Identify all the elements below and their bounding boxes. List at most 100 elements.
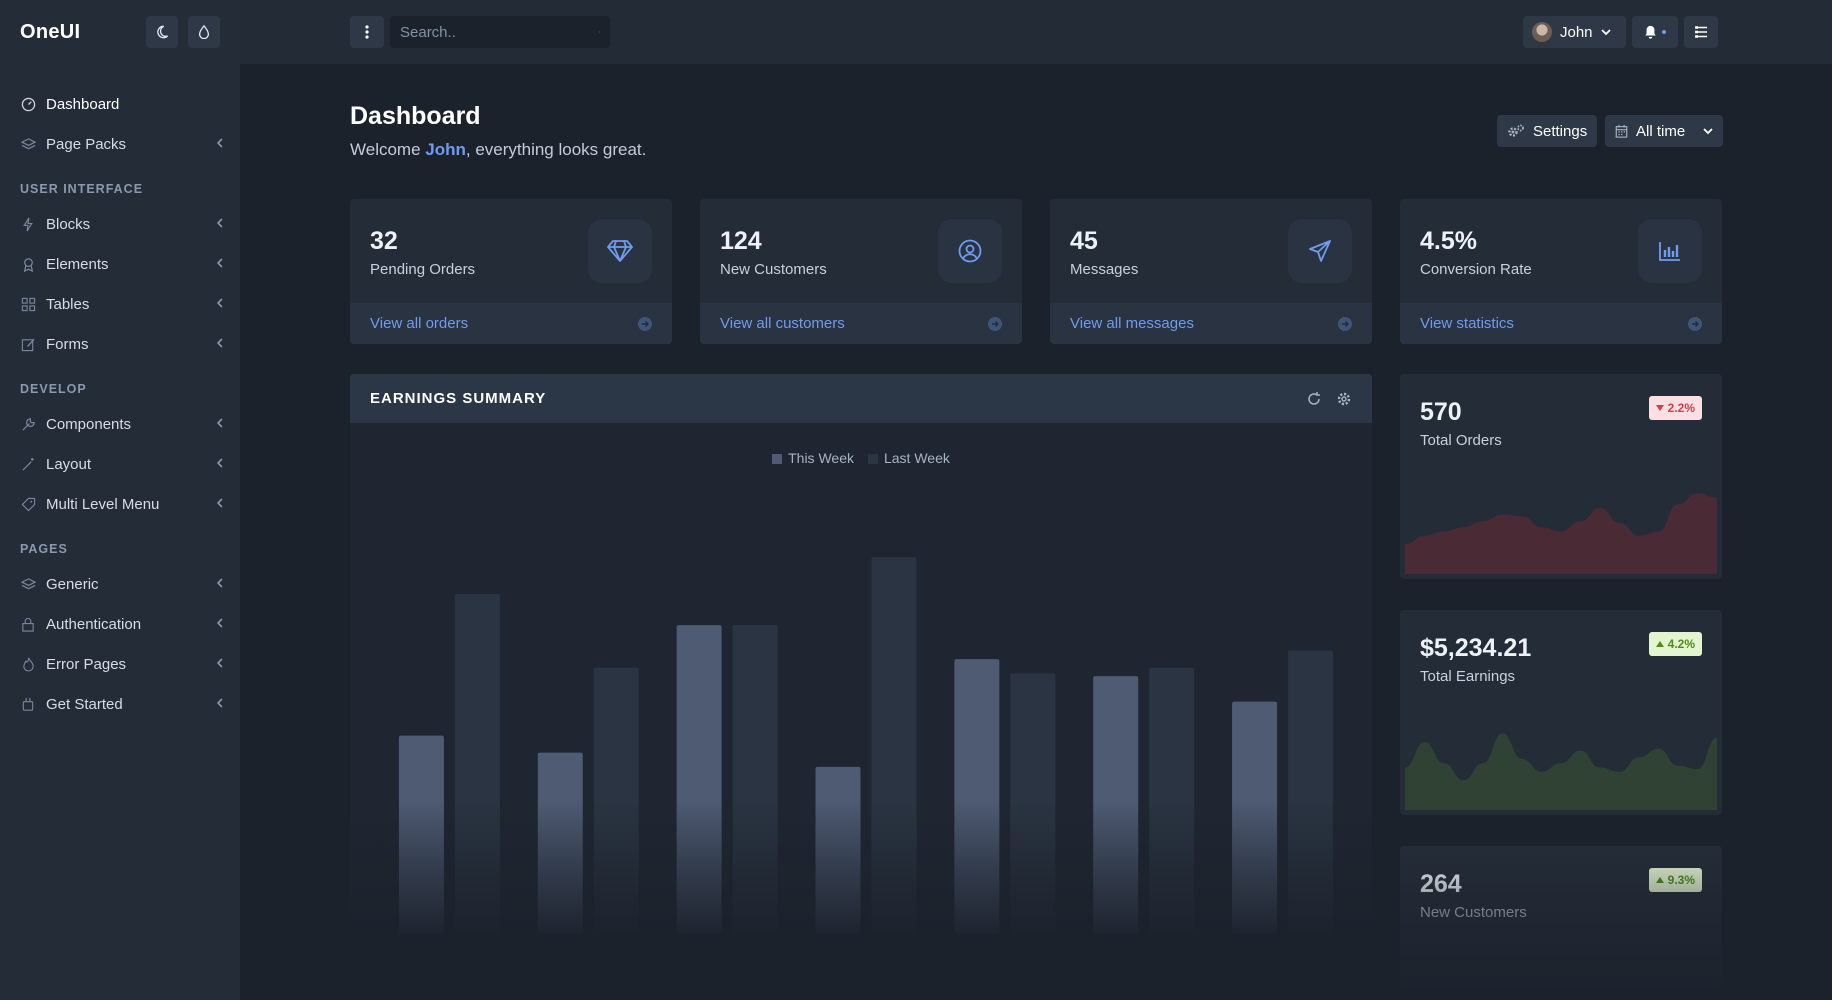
earnings-summary-block: Earnings Summary This Week Last Week — [350, 374, 1372, 940]
sidebar-item-layout[interactable]: Layout — [0, 444, 240, 484]
bar-this-week-4[interactable] — [815, 766, 861, 934]
tag-icon — [20, 496, 36, 512]
sidebar-item-label: Dashboard — [46, 95, 120, 113]
sidebar-item-label: Multi Level Menu — [46, 495, 160, 513]
sidebar-item-multi-level-menu[interactable]: Multi Level Menu — [0, 484, 240, 524]
sidebar-item-dashboard[interactable]: Dashboard — [0, 84, 240, 124]
trend-badge-value: 9.3% — [1667, 873, 1695, 887]
sidebar-item-page-packs[interactable]: Page Packs — [0, 124, 240, 164]
brand-logo[interactable]: OneUI — [20, 21, 80, 44]
welcome-prefix: Welcome — [350, 140, 426, 159]
bar-chart-icon — [1638, 219, 1702, 283]
avatar — [1532, 22, 1552, 42]
sidebar-item-tables[interactable]: Tables — [0, 284, 240, 324]
layers-icon — [20, 136, 36, 152]
view-all-orders-link[interactable]: View all orders — [350, 303, 672, 344]
bar-last-week-5[interactable] — [1010, 673, 1056, 934]
badge-icon — [20, 256, 36, 272]
stat-value: 45 — [1070, 227, 1098, 255]
side-overlay-button[interactable] — [1684, 16, 1718, 48]
vertical-menu-button[interactable] — [350, 16, 384, 48]
bar-last-week-4[interactable] — [871, 557, 917, 934]
sidebar: OneUI Dashboard Page Packs User Interfac… — [0, 0, 240, 1000]
bolt-icon — [20, 216, 36, 232]
bar-this-week-7[interactable] — [1232, 701, 1278, 934]
stat-card-messages: 45 Messages View all messages — [1050, 199, 1372, 344]
settings-button[interactable]: Settings — [1497, 115, 1598, 147]
notification-dot — [1662, 30, 1666, 34]
stat-card-new-customers: 124 New Customers View all customers — [700, 199, 1022, 344]
stat-link-label: View all messages — [1070, 315, 1194, 332]
diamond-icon — [588, 219, 652, 283]
stat-label: Messages — [1070, 261, 1139, 278]
total-orders-sparkline — [1405, 493, 1717, 574]
plug-icon — [20, 696, 36, 712]
search-box — [390, 16, 610, 48]
stat-label: Pending Orders — [370, 261, 476, 278]
sidebar-nav: Dashboard Page Packs User Interface Bloc… — [0, 64, 240, 724]
view-statistics-link[interactable]: View statistics — [1400, 303, 1722, 344]
nav-heading-user-interface: User Interface — [20, 182, 144, 196]
stat-card-pending-orders: 32 Pending Orders View all orders — [350, 199, 672, 344]
sidebar-item-authentication[interactable]: Authentication — [0, 604, 240, 644]
side-card-total-orders: 570 Total Orders 2.2% — [1400, 374, 1722, 579]
sidebar-item-elements[interactable]: Elements — [0, 244, 240, 284]
earnings-bar-chart — [398, 557, 1334, 934]
bar-this-week-3[interactable] — [676, 625, 722, 934]
user-menu-button[interactable]: John — [1523, 16, 1626, 48]
side-card-value: 264 — [1420, 870, 1462, 898]
sidebar-item-generic[interactable]: Generic — [0, 564, 240, 604]
view-all-customers-link[interactable]: View all customers — [700, 303, 1022, 344]
chevron-left-icon — [216, 298, 223, 308]
sidebar-item-blocks[interactable]: Blocks — [0, 204, 240, 244]
search-icon[interactable] — [599, 25, 600, 39]
nav-heading-pages: Pages — [20, 542, 68, 556]
stat-value: 124 — [720, 227, 762, 255]
stat-value: 4.5% — [1420, 227, 1477, 255]
top-bar: John — [240, 0, 1832, 64]
lock-icon — [20, 616, 36, 632]
stat-label: New Customers — [720, 261, 827, 278]
bar-this-week-5[interactable] — [954, 659, 1000, 934]
settings-label: Settings — [1533, 122, 1588, 140]
bar-last-week-6[interactable] — [1149, 667, 1195, 934]
arrow-right-icon — [988, 316, 1002, 331]
sidebar-item-components[interactable]: Components — [0, 404, 240, 444]
sidebar-item-label: Generic — [46, 575, 99, 593]
search-input[interactable] — [400, 23, 599, 41]
sidebar-item-label: Layout — [46, 455, 92, 473]
sidebar-item-label: Tables — [46, 295, 90, 313]
color-theme-button[interactable] — [188, 16, 220, 48]
bar-last-week-7[interactable] — [1288, 650, 1334, 934]
bar-last-week-3[interactable] — [732, 625, 778, 934]
bar-this-week-6[interactable] — [1093, 676, 1139, 934]
sidebar-item-label: Authentication — [46, 615, 142, 633]
sidebar-item-get-started[interactable]: Get Started — [0, 684, 240, 724]
welcome-user-name[interactable]: John — [425, 140, 466, 159]
paper-plane-icon — [1288, 219, 1352, 283]
wrench-icon — [20, 416, 36, 432]
arrow-right-icon — [1688, 316, 1702, 331]
sidebar-item-error-pages[interactable]: Error Pages — [0, 644, 240, 684]
bar-last-week-1[interactable] — [454, 594, 500, 934]
date-range-dropdown[interactable]: All time — [1605, 115, 1723, 147]
sidebar-item-forms[interactable]: Forms — [0, 324, 240, 364]
welcome-suffix: , everything looks great. — [465, 140, 647, 159]
chevron-left-icon — [216, 618, 223, 628]
sidebar-item-label: Get Started — [46, 695, 123, 713]
chevron-left-icon — [216, 258, 223, 268]
sidebar-item-label: Page Packs — [46, 135, 127, 153]
user-circle-icon — [938, 219, 1002, 283]
view-all-messages-link[interactable]: View all messages — [1050, 303, 1372, 344]
nav-heading-develop: Develop — [20, 382, 87, 396]
stat-link-label: View all customers — [720, 315, 845, 332]
notifications-button[interactable] — [1632, 16, 1678, 48]
bar-last-week-2[interactable] — [593, 667, 639, 934]
chevron-left-icon — [216, 138, 223, 148]
cogs-icon — [1508, 124, 1524, 137]
sidebar-item-label: Forms — [46, 335, 89, 353]
stat-link-label: View statistics — [1420, 315, 1514, 332]
bar-this-week-2[interactable] — [537, 752, 583, 934]
dark-mode-toggle[interactable] — [146, 16, 178, 48]
bar-this-week-1[interactable] — [398, 735, 444, 934]
